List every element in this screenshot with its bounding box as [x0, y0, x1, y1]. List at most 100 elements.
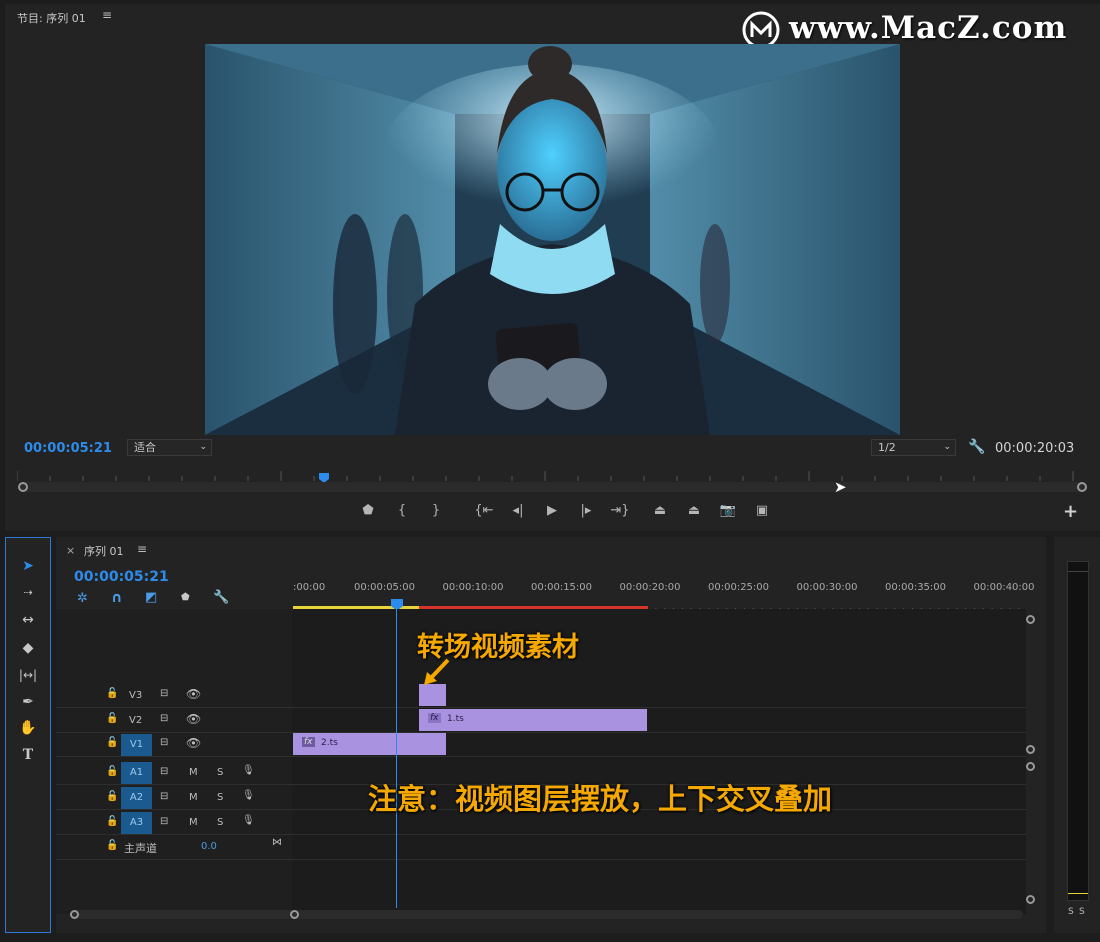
scroll-handle-right[interactable] [1077, 482, 1087, 492]
lift-button[interactable]: ⏏ [649, 503, 671, 518]
sync-lock-icon[interactable]: ⊟ [160, 791, 168, 802]
go-to-in-button[interactable]: {⇤ [473, 503, 495, 518]
go-to-edit-icon[interactable]: ⋈ [272, 837, 282, 848]
ripple-edit-tool-icon[interactable]: ↔ [16, 610, 40, 630]
scroll-handle[interactable] [1026, 762, 1035, 771]
sync-lock-icon[interactable]: ⊟ [160, 713, 168, 724]
hamburger-icon[interactable]: ≡ [137, 542, 147, 556]
current-timecode[interactable]: 00:00:05:21 [24, 441, 112, 456]
lock-icon[interactable]: 🔓 [106, 713, 118, 724]
solo-left-button[interactable]: S [1068, 907, 1074, 917]
microphone-icon[interactable]: 🎙 [242, 790, 255, 801]
solo-right-button[interactable]: S [1079, 907, 1085, 917]
lock-icon[interactable]: 🔓 [106, 737, 118, 748]
track-label[interactable]: V3 [129, 690, 142, 701]
snap-magnet-icon[interactable]: ∩ [111, 590, 122, 606]
tools-panel: ➤ ⇢ ↔ ◆ |↔| ✒ ✋ T [5, 537, 51, 933]
mute-button[interactable]: M [189, 767, 198, 778]
transition-clip[interactable] [419, 684, 446, 706]
timeline-h-scrollbar[interactable] [73, 910, 1023, 919]
add-button-icon[interactable]: + [1063, 501, 1078, 522]
razor-tool-icon[interactable]: ◆ [16, 638, 40, 658]
timeline-timecode[interactable]: 00:00:05:21 [74, 569, 169, 585]
lock-icon[interactable]: 🔓 [106, 840, 118, 851]
solo-button[interactable]: S [217, 817, 223, 828]
mark-in-button[interactable]: { [391, 503, 413, 518]
lock-icon[interactable]: 🔓 [106, 816, 118, 827]
master-value[interactable]: 0.0 [201, 841, 217, 852]
microphone-icon[interactable]: 🎙 [242, 765, 255, 776]
scroll-handle-left[interactable] [70, 910, 79, 919]
track-target-v1[interactable]: V1 [121, 734, 152, 756]
timeline-settings-wrench-icon[interactable]: 🔧 [213, 590, 229, 605]
microphone-icon[interactable]: 🎙 [242, 815, 255, 826]
nest-toggle-icon[interactable]: ✲ [77, 591, 88, 606]
track-target-a3[interactable]: A3 [121, 812, 152, 834]
mute-button[interactable]: M [189, 817, 198, 828]
video-track-v1: 🔓 V1 ⊟ 👁 [56, 733, 1026, 757]
scroll-handle-left[interactable] [18, 482, 28, 492]
ruler-label: 00:00:05:00 [354, 582, 416, 593]
eye-icon[interactable]: 👁 [186, 687, 201, 701]
track-select-tool-icon[interactable]: ⇢ [16, 583, 40, 603]
type-tool-icon[interactable]: T [16, 745, 40, 765]
lock-icon[interactable]: 🔓 [106, 766, 118, 777]
wrench-icon[interactable]: 🔧 [968, 439, 985, 455]
export-frame-button[interactable]: 📷 [717, 503, 739, 518]
step-forward-button[interactable]: |▸ [575, 503, 597, 518]
monitor-playhead[interactable] [318, 468, 329, 483]
lock-icon[interactable]: 🔓 [106, 791, 118, 802]
track-label[interactable]: V2 [129, 715, 142, 726]
sync-lock-icon[interactable]: ⊟ [160, 737, 168, 748]
annotation-arrow-icon [422, 657, 452, 687]
hamburger-icon[interactable]: ≡ [102, 8, 112, 22]
scroll-handle[interactable] [1026, 615, 1035, 624]
ruler-label: 00:00:10:00 [442, 582, 504, 593]
add-marker-icon[interactable]: ⬟ [181, 592, 190, 603]
monitor-ruler[interactable] [16, 467, 1082, 481]
go-to-out-button[interactable]: ⇥} [609, 503, 631, 518]
scroll-handle[interactable] [1026, 895, 1035, 904]
linked-selection-icon[interactable]: ◩ [145, 590, 157, 605]
ruler-label: 00:00:25:00 [708, 582, 770, 593]
timeline-tab-title[interactable]: 序列 01 [84, 543, 124, 559]
slip-tool-icon[interactable]: |↔| [16, 665, 40, 685]
program-monitor: 节目: 序列 01 ≡ www.MacZ.com 00:00:05:21 适合 … [5, 4, 1100, 531]
play-button[interactable]: ▶ [541, 503, 563, 518]
eye-icon[interactable]: 👁 [186, 736, 201, 750]
add-marker-button[interactable]: ⬟ [357, 503, 379, 518]
resolution-dropdown[interactable]: 1/2 ⌄ [871, 439, 956, 456]
sync-lock-icon[interactable]: ⊟ [160, 816, 168, 827]
premiere-window: 节目: 序列 01 ≡ www.MacZ.com 00:00:05:21 适合 … [0, 0, 1100, 942]
ruler-label: 00:00:35:00 [885, 582, 947, 593]
lock-icon[interactable]: 🔓 [106, 688, 118, 699]
clip-2[interactable]: fx 2.ts [293, 733, 446, 755]
sync-lock-icon[interactable]: ⊟ [160, 688, 168, 699]
comparison-view-button[interactable]: ▣ [751, 503, 773, 518]
step-back-button[interactable]: ◂| [507, 503, 529, 518]
mute-button[interactable]: M [189, 792, 198, 803]
hand-tool-icon[interactable]: ✋ [16, 718, 40, 738]
timeline-panel: × 序列 01 ≡ 00:00:05:21 ✲ ∩ ◩ ⬟ 🔧 :00:00 00… [56, 537, 1046, 933]
solo-button[interactable]: S [217, 767, 223, 778]
sync-lock-icon[interactable]: ⊟ [160, 766, 168, 777]
ruler-label: 00:00:15:00 [531, 582, 593, 593]
scroll-handle-right[interactable] [290, 910, 299, 919]
pen-tool-icon[interactable]: ✒ [16, 692, 40, 712]
mark-out-button[interactable]: } [425, 503, 447, 518]
selection-tool-icon[interactable]: ➤ [16, 556, 40, 576]
video-track-v3: 🔓 V3 ⊟ 👁 [56, 684, 1026, 708]
monitor-zoom-scrollbar[interactable] [19, 482, 1087, 492]
scroll-handle[interactable] [1026, 745, 1035, 754]
extract-button[interactable]: ⏏ [683, 503, 705, 518]
close-tab-icon[interactable]: × [66, 544, 75, 557]
eye-icon[interactable]: 👁 [186, 712, 201, 726]
timeline-playhead-head[interactable] [391, 596, 403, 611]
track-target-a1[interactable]: A1 [121, 762, 152, 784]
solo-button[interactable]: S [217, 792, 223, 803]
audio-meters: S S [1054, 537, 1100, 933]
clip-1[interactable]: fx 1.ts [419, 709, 647, 731]
track-target-a2[interactable]: A2 [121, 787, 152, 809]
fit-dropdown[interactable]: 适合 ⌄ [127, 439, 212, 456]
transport-controls: ⬟ {} {⇤ ◂| ▶ |▸ ⇥} ⏏ ⏏ 📷 ▣ [357, 503, 773, 518]
